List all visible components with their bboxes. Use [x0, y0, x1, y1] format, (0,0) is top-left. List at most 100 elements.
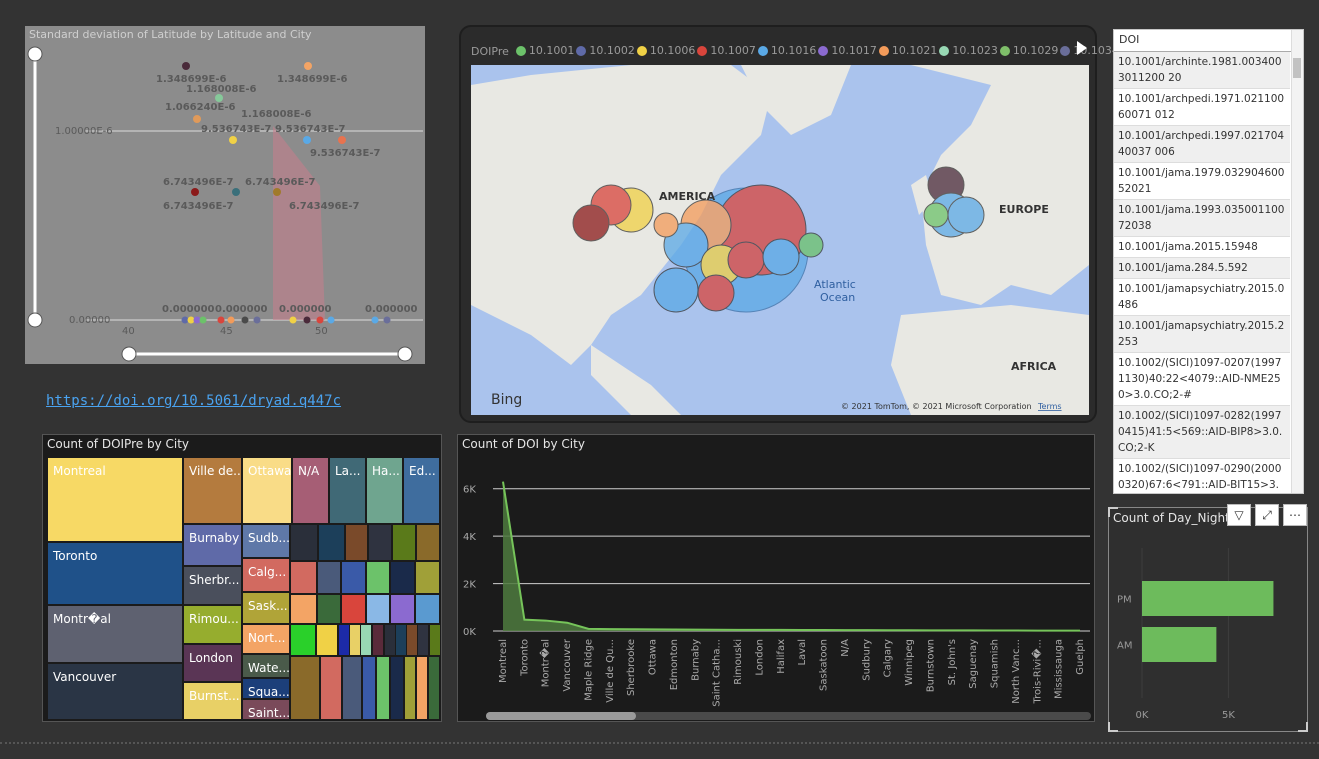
tm-rimou[interactable]: Rimou...: [183, 605, 242, 644]
tm-small-cell[interactable]: [390, 561, 415, 594]
tm-small-cell[interactable]: [428, 624, 441, 656]
tm-sherbr[interactable]: Sherbr...: [183, 566, 242, 605]
tm-small-cell[interactable]: [318, 524, 345, 561]
map-panel[interactable]: DOIPre 10.1001 10.1002 10.1006 10.1007 10.10…: [459, 25, 1119, 423]
tm-toronto[interactable]: Toronto: [47, 542, 183, 605]
legend-item[interactable]: 10.1002: [576, 44, 635, 57]
legend-next-button[interactable]: [1077, 41, 1087, 55]
tm-squa[interactable]: Squa...: [242, 678, 290, 699]
legend-item[interactable]: 10.1016: [757, 44, 816, 57]
x-tick-label: London: [754, 639, 765, 676]
doi-slicer[interactable]: DOI 10.1001/archinte.1981.0034003011200 …: [1113, 29, 1304, 494]
linechart-scrollbar[interactable]: [486, 712, 1091, 720]
map-label-ocean-1: Atlantic: [814, 278, 856, 291]
tm-small-cell[interactable]: [416, 524, 440, 561]
tm-small-cell[interactable]: [376, 656, 390, 720]
tm-small-cell[interactable]: [341, 561, 366, 594]
map-canvas[interactable]: AMERICA EUROPE AFRICA Atlantic Ocean Bin…: [471, 65, 1089, 415]
tm-small-cell[interactable]: [392, 524, 416, 561]
doi-item[interactable]: 10.1001/jamapsychiatry.2015.2253: [1114, 316, 1290, 353]
doi-item[interactable]: 10.1001/archinte.1981.0034003011200 20: [1114, 52, 1290, 89]
tm-sask[interactable]: Sask...: [242, 592, 290, 624]
tm-vancouver[interactable]: Vancouver: [47, 663, 183, 720]
tm-small-cell[interactable]: [345, 524, 368, 561]
point: [232, 188, 240, 196]
tm-small-cell[interactable]: [317, 594, 341, 624]
doi-item[interactable]: 10.1002/(SICI)1097-0282(19970415)41:5<56…: [1114, 406, 1290, 459]
tm-small-cell[interactable]: [342, 656, 362, 720]
x-zoom-handle-right: [397, 346, 413, 362]
doi-item[interactable]: 10.1002/(SICI)1097-0290(20000320)67:6<79…: [1114, 459, 1290, 493]
legend-item[interactable]: 10.1021: [878, 44, 937, 57]
tm-ed[interactable]: Ed...: [403, 457, 440, 524]
legend-item[interactable]: 10.1034: [1060, 44, 1119, 57]
doi-item[interactable]: 10.1001/archpedi.1997.02170440037 006: [1114, 126, 1290, 163]
tm-small-cell[interactable]: [315, 624, 339, 656]
tm-small-cell[interactable]: [390, 656, 404, 720]
tm-london[interactable]: London: [183, 644, 242, 682]
doi-rows: 10.1001/archinte.1981.0034003011200 20 10…: [1114, 52, 1303, 493]
scatter-chart-panel[interactable]: Standard deviation of Latitude by Latitu…: [25, 26, 425, 364]
map-label-ocean-2: Ocean: [820, 291, 855, 304]
tm-small-cell[interactable]: [368, 524, 392, 561]
tm-small-cell[interactable]: [320, 656, 342, 720]
tm-small-cell[interactable]: [362, 656, 376, 720]
doi-item[interactable]: 10.1001/jamapsychiatry.2015.0486: [1114, 279, 1290, 316]
tm-wate[interactable]: Wate...: [242, 654, 290, 678]
tm-small-cell[interactable]: [366, 561, 390, 594]
tm-na[interactable]: N/A: [292, 457, 329, 524]
tm-nort[interactable]: Nort...: [242, 624, 290, 654]
tm-small-cell[interactable]: [428, 656, 440, 720]
tm-small-cell[interactable]: [341, 594, 366, 624]
tm-small-cell[interactable]: [366, 594, 390, 624]
legend-label: 10.1017: [831, 44, 877, 57]
tm-small-cell[interactable]: [290, 624, 316, 656]
tm-small-cell[interactable]: [317, 561, 341, 594]
tm-small-cell[interactable]: [390, 594, 415, 624]
bar-chart-panel[interactable]: Count of Day_Night b ▽ ⤢ ⋯ 0K 5K PM AM: [1108, 504, 1308, 732]
doi-slicer-header: DOI: [1114, 30, 1303, 52]
bing-logo: Bing: [491, 392, 522, 408]
legend-item[interactable]: 10.1001: [515, 44, 574, 57]
tm-saint[interactable]: Saint...: [242, 699, 290, 720]
doi-scrollbar[interactable]: [1291, 30, 1303, 493]
doi-item[interactable]: 10.1002/(SICI)1097-0207(19971130)40:22<4…: [1114, 353, 1290, 406]
linechart-scroll-thumb[interactable]: [486, 712, 636, 720]
legend-item[interactable]: 10.1029: [999, 44, 1058, 57]
tm-montral[interactable]: Montr�al: [47, 605, 183, 663]
point-label: 9.536743E-7: [275, 124, 345, 135]
tm-small-cell[interactable]: [416, 656, 428, 720]
tm-small-cell[interactable]: [290, 656, 320, 720]
y-tick-label: AM: [1117, 641, 1132, 652]
tm-calg[interactable]: Calg...: [242, 558, 290, 592]
tm-small-cell[interactable]: [360, 624, 373, 656]
doi-item[interactable]: 10.1001/archpedi.1971.02110060071 012: [1114, 89, 1290, 126]
tm-small-cell[interactable]: [290, 524, 318, 561]
tm-sudb[interactable]: Sudb...: [242, 524, 290, 558]
tm-burnst[interactable]: Burnst...: [183, 682, 242, 720]
tm-burnaby[interactable]: Burnaby: [183, 524, 242, 566]
legend-item[interactable]: 10.1007: [697, 44, 756, 57]
tm-ha[interactable]: Ha...: [366, 457, 403, 524]
tm-la[interactable]: La...: [329, 457, 366, 524]
doi-link[interactable]: https://doi.org/10.5061/dryad.q447c: [46, 393, 341, 409]
doi-item[interactable]: 10.1001/jama.1979.03290460052021: [1114, 163, 1290, 200]
tm-small-cell[interactable]: [290, 561, 317, 594]
doi-item[interactable]: 10.1001/jama.284.5.592: [1114, 258, 1290, 279]
legend-item[interactable]: 10.1006: [636, 44, 695, 57]
tm-ottawa[interactable]: Ottawa: [242, 457, 292, 524]
treemap-panel[interactable]: Count of DOIPre by City Montreal Toronto…: [42, 434, 442, 722]
doi-item[interactable]: 10.1001/jama.1993.03500110072038: [1114, 200, 1290, 237]
line-chart-panel[interactable]: Count of DOI by City 6K 4K 2K 0K Montreal Tor…: [457, 434, 1095, 722]
tm-small-cell[interactable]: [415, 594, 440, 624]
tm-small-cell[interactable]: [415, 561, 440, 594]
legend-item[interactable]: 10.1017: [818, 44, 877, 57]
tm-small-cell[interactable]: [416, 624, 429, 656]
tm-villede[interactable]: Ville de...: [183, 457, 242, 524]
tm-montreal[interactable]: Montreal: [47, 457, 183, 542]
tm-small-cell[interactable]: [404, 656, 416, 720]
legend-item[interactable]: 10.1023: [939, 44, 998, 57]
tm-small-cell[interactable]: [290, 594, 317, 624]
doi-scroll-thumb[interactable]: [1293, 58, 1301, 78]
doi-item[interactable]: 10.1001/jama.2015.15948: [1114, 237, 1290, 258]
